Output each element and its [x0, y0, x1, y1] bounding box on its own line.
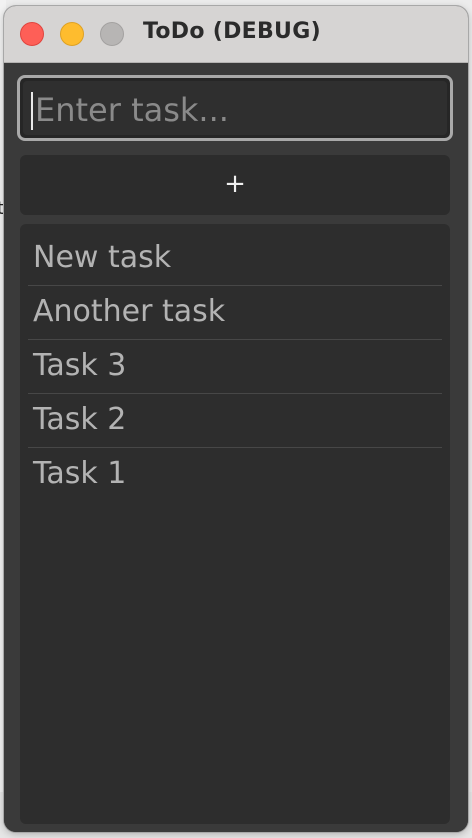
app-window: ToDo (DEBUG) Enter task... + New task An…: [4, 6, 468, 832]
close-window-button[interactable]: [20, 22, 44, 46]
task-label: Task 2: [33, 402, 127, 437]
minimize-window-button[interactable]: [60, 22, 84, 46]
task-label: Another task: [33, 294, 226, 329]
task-input-field[interactable]: Enter task...: [17, 75, 453, 141]
task-label: Task 3: [33, 348, 127, 383]
task-list-item[interactable]: Task 1: [28, 448, 442, 502]
task-label: New task: [33, 240, 172, 275]
window-title: ToDo (DEBUG): [143, 19, 321, 44]
task-list-item[interactable]: Task 3: [28, 340, 442, 394]
text-caret: [31, 92, 33, 130]
task-list-item[interactable]: New task: [28, 232, 442, 286]
task-list-item[interactable]: Task 2: [28, 394, 442, 448]
task-list: New task Another task Task 3 Task 2 Task…: [20, 224, 450, 824]
task-input-box[interactable]: Enter task...: [23, 81, 447, 135]
task-input-placeholder: Enter task...: [35, 91, 229, 129]
task-list-item[interactable]: Another task: [28, 286, 442, 340]
title-bar[interactable]: ToDo (DEBUG): [4, 6, 468, 63]
zoom-window-button[interactable]: [100, 22, 124, 46]
add-task-button[interactable]: +: [20, 155, 450, 215]
app-content: Enter task... + New task Another task Ta…: [4, 63, 468, 832]
task-label: Task 1: [33, 456, 127, 491]
